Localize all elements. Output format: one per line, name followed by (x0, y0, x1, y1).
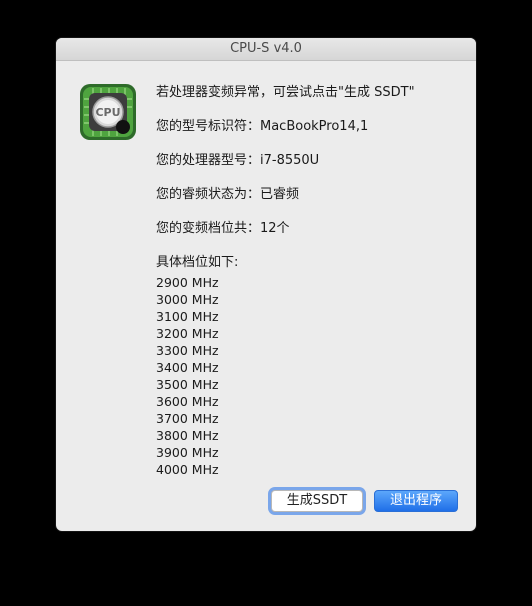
list-item: 3500 MHz (156, 377, 219, 392)
window-title: CPU-S v4.0 (56, 38, 476, 61)
quit-button[interactable]: 退出程序 (374, 490, 458, 512)
list-item: 4000 MHz (156, 462, 219, 477)
model-identifier-text: 您的型号标识符：MacBookPro14,1 (156, 119, 369, 134)
pstate-count-text: 您的变频档位共：12个 (156, 221, 290, 236)
list-item: 3600 MHz (156, 394, 219, 409)
list-item: 3900 MHz (156, 445, 219, 460)
freq-list-header: 具体档位如下: (156, 255, 239, 270)
list-item: 3000 MHz (156, 292, 219, 307)
list-item: 3700 MHz (156, 411, 219, 426)
list-item: 3200 MHz (156, 326, 219, 341)
list-item: 2900 MHz (156, 275, 219, 290)
svg-text:CPU: CPU (95, 106, 120, 119)
turbo-status-text: 您的睿频状态为：已睿频 (156, 187, 300, 202)
cpu-icon: CPU (79, 83, 137, 141)
list-item: 3800 MHz (156, 428, 219, 443)
list-item: 3300 MHz (156, 343, 219, 358)
dialog-window: CPU-S v4.0 CPU 若处理器变频异常，可尝试点击"生成 SSDT" 您… (56, 38, 476, 531)
list-item: 3100 MHz (156, 309, 219, 324)
processor-model-text: 您的处理器型号：i7-8550U (156, 153, 320, 168)
frequency-list: 2900 MHz 3000 MHz 3100 MHz 3200 MHz 3300… (156, 274, 219, 478)
generate-ssdt-button[interactable]: 生成SSDT (271, 490, 363, 512)
ssdt-hint-text: 若处理器变频异常，可尝试点击"生成 SSDT" (156, 85, 415, 100)
list-item: 3400 MHz (156, 360, 219, 375)
